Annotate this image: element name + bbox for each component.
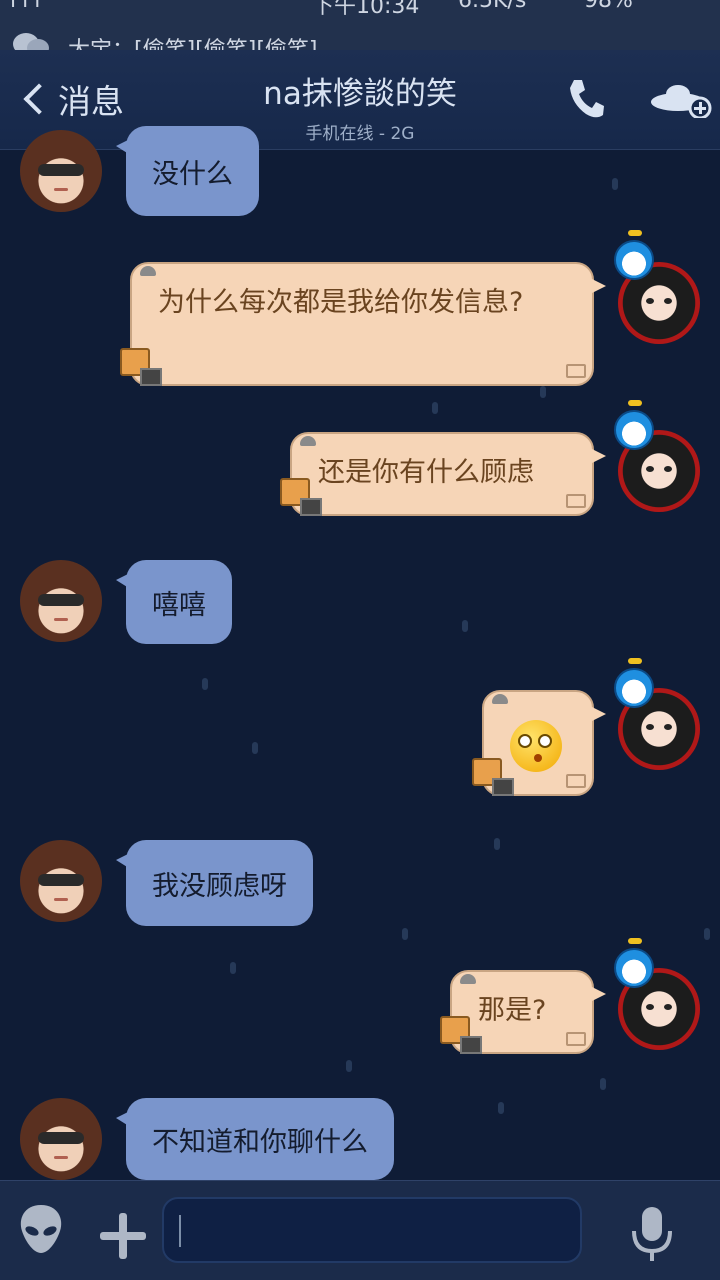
star (494, 838, 500, 850)
lamp-icon (300, 436, 316, 446)
star (704, 928, 710, 940)
lamp-icon (460, 974, 476, 984)
scroll-corner-decoration (566, 364, 586, 378)
plus-icon[interactable] (100, 1213, 146, 1259)
doraemon-icon (614, 938, 654, 988)
confused-face-emoji (510, 720, 562, 772)
received-message-bubble[interactable]: 没什么 (116, 126, 259, 216)
doraemon-icon (614, 400, 654, 450)
star (402, 928, 408, 940)
message-text: 嘻嘻 (152, 589, 206, 621)
chat-title: na抹惨談的笑 (263, 76, 457, 112)
network-speed: 6.5K/s (458, 0, 527, 13)
box-character-icon (472, 758, 514, 796)
contact-avatar[interactable] (20, 840, 102, 922)
scroll-corner-decoration (566, 494, 586, 508)
phone-icon[interactable] (566, 76, 606, 124)
ufo-add-icon[interactable] (650, 82, 712, 122)
status-time: 下午10:34 (312, 0, 420, 19)
star (202, 678, 208, 690)
doraemon-icon (614, 230, 654, 280)
message-text: 那是? (478, 995, 547, 1026)
star (230, 962, 236, 974)
received-message-bubble[interactable]: 我没顾虑呀 (116, 840, 313, 926)
scroll-corner-decoration (566, 1032, 586, 1046)
chevron-left-icon (23, 83, 55, 115)
message-text: 还是你有什么顾虑 (318, 457, 534, 488)
alien-emoji-icon[interactable] (18, 1203, 64, 1255)
message-text: 为什么每次都是我给你发信息? (158, 287, 524, 318)
star (462, 620, 468, 632)
message-input[interactable] (162, 1197, 582, 1263)
received-message-bubble[interactable]: 嘻嘻 (116, 560, 232, 644)
star (540, 386, 546, 398)
star (600, 1078, 606, 1090)
sent-message-bubble[interactable]: 为什么每次都是我给你发信息? (130, 262, 606, 386)
message-text: 我没顾虑呀 (152, 870, 287, 902)
microphone-icon[interactable] (630, 1205, 674, 1265)
back-button[interactable]: 消息 (18, 72, 124, 126)
lamp-icon (140, 266, 156, 276)
box-character-icon (280, 478, 322, 516)
message-text: 没什么 (152, 158, 233, 190)
received-message-bubble[interactable]: 不知道和你聊什么 (116, 1098, 394, 1180)
contact-avatar[interactable] (20, 560, 102, 642)
back-label: 消息 (58, 82, 124, 121)
contact-avatar[interactable] (20, 130, 102, 212)
message-text: 不知道和你聊什么 (152, 1126, 368, 1158)
signal-icon: ııı (10, 0, 47, 13)
battery-level: 98% (584, 0, 633, 13)
lamp-icon (492, 694, 508, 704)
text-cursor (179, 1215, 181, 1247)
contact-avatar[interactable] (20, 1098, 102, 1180)
box-character-icon (120, 348, 162, 386)
chat-header: 消息 na抹惨談的笑 手机在线 - 2G (0, 50, 720, 150)
doraemon-icon (614, 658, 654, 708)
box-character-icon (440, 1016, 482, 1054)
input-bar (0, 1180, 720, 1280)
star (346, 1060, 352, 1072)
sent-message-bubble[interactable]: 还是你有什么顾虑 (290, 432, 606, 516)
star (432, 402, 438, 414)
scroll-corner-decoration (566, 774, 586, 788)
star (612, 178, 618, 190)
star (498, 1102, 504, 1114)
star (252, 742, 258, 754)
